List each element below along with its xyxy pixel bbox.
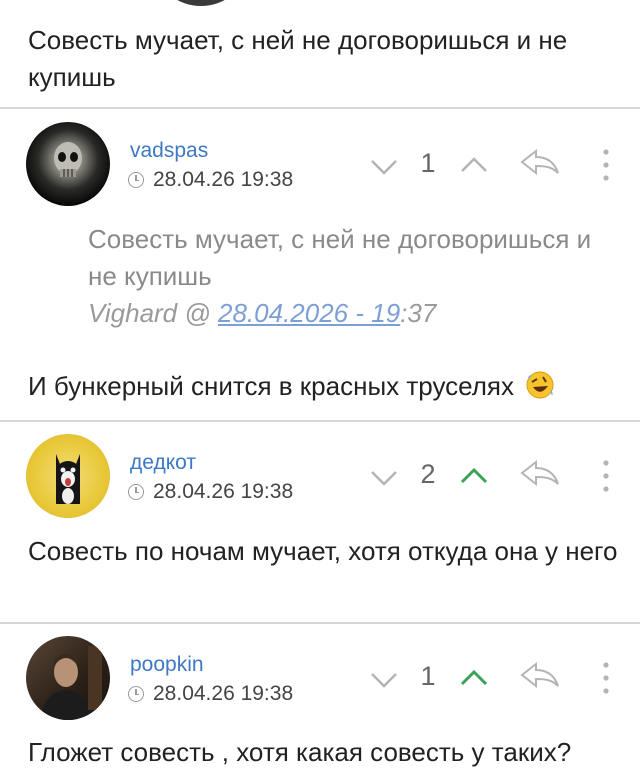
quote-link[interactable]: 28.04.2026 - 19 [218, 298, 400, 328]
divider [0, 107, 640, 109]
vote-score: 1 [420, 661, 436, 691]
chevron-up-icon[interactable] [456, 460, 492, 490]
quote-text: Совесть мучает, с ней не договоришься и … [88, 224, 592, 291]
reply-arrow-icon[interactable] [518, 658, 562, 692]
comment-actions: 1 [0, 658, 640, 698]
avatar[interactable] [160, 0, 242, 6]
divider [0, 420, 640, 422]
comment-text-content: И бункерный снится в красных труселях [28, 371, 515, 401]
comment-text: Гложет совесть , хотя какая совесть у та… [28, 737, 572, 767]
more-vertical-icon[interactable] [598, 660, 614, 696]
chevron-down-icon[interactable] [366, 664, 402, 694]
comment-text: Совесть мучает, с ней не договоришься и … [28, 25, 568, 92]
comment-text: Совесть по ночам мучает, хотя откуда она… [28, 536, 618, 566]
chevron-up-icon[interactable] [456, 662, 492, 692]
quote-author-name: Vighard @ [88, 298, 218, 328]
comment-text: И бункерный снится в красных труселях [28, 368, 618, 405]
reply-arrow-icon[interactable] [518, 145, 562, 179]
vote-score: 2 [420, 459, 436, 489]
comment-actions: 1 [0, 145, 640, 185]
chevron-up-icon[interactable] [456, 149, 492, 179]
chevron-down-icon[interactable] [366, 462, 402, 492]
vote-score: 1 [420, 148, 436, 178]
chevron-down-icon[interactable] [366, 151, 402, 181]
quote-suffix: :37 [400, 298, 437, 328]
more-vertical-icon[interactable] [598, 147, 614, 183]
more-vertical-icon[interactable] [598, 458, 614, 494]
rolling-laughing-emoji-icon [526, 371, 554, 399]
quote-author: Vighard @ 28.04.2026 - 19:37 [88, 295, 436, 332]
comment-actions: 2 [0, 456, 640, 496]
divider [0, 622, 640, 624]
reply-arrow-icon[interactable] [518, 456, 562, 490]
